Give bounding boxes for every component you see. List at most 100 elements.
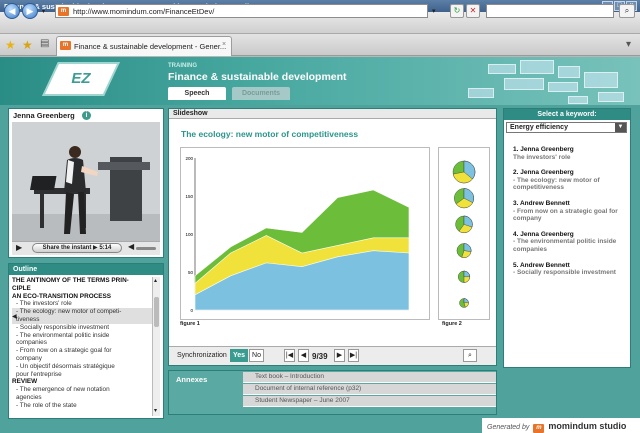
keyword-result-speaker[interactable]: 5. Andrew Bennett: [513, 262, 628, 270]
footer-brand: momindum studio: [548, 421, 627, 431]
outline-item[interactable]: companies: [12, 339, 152, 347]
y-tick-label: 200: [185, 156, 193, 161]
search-icon[interactable]: ⌕: [619, 4, 635, 18]
tab-speech[interactable]: Speech: [168, 87, 226, 100]
keyword-result-topic[interactable]: The investors' role: [513, 154, 628, 162]
tab-close-icon[interactable]: ×: [222, 41, 226, 48]
scroll-up-icon[interactable]: ▴: [154, 277, 157, 284]
keyword-select[interactable]: Energy efficiency: [506, 122, 627, 133]
video-frame: [12, 122, 160, 241]
course-title: Finance & sustainable development: [168, 71, 347, 83]
next-slide-icon[interactable]: ▶: [334, 349, 345, 362]
pie-chart: [458, 270, 471, 283]
bookmarks-icon[interactable]: ★: [22, 38, 33, 52]
scroll-down-icon[interactable]: ▾: [154, 407, 157, 414]
figure-1-label: figure 1: [180, 321, 200, 327]
keyword-result-topic[interactable]: - Socially responsible investment: [513, 269, 628, 277]
footer: Generated by m momindum studio: [482, 418, 640, 433]
url-dropdown-icon[interactable]: ▾: [432, 7, 436, 15]
search-input[interactable]: [486, 4, 614, 18]
back-button[interactable]: ◀: [4, 3, 20, 19]
pie-slice-blue: [463, 298, 469, 304]
figure-2-label: figure 2: [442, 321, 462, 327]
annex-item[interactable]: Document of internal reference (p32): [243, 384, 496, 395]
outline-item[interactable]: - The ecology: new motor of competi-: [12, 308, 152, 316]
tabs-menu-icon[interactable]: ▾: [626, 39, 631, 50]
main-tabs: Speech Documents: [168, 87, 290, 100]
area-chart: 200 150 100 50 0: [180, 147, 430, 320]
first-slide-icon[interactable]: |◀: [284, 349, 295, 362]
logo-text: EZ: [71, 70, 91, 87]
outline-item[interactable]: pour l'entreprise: [12, 371, 152, 379]
site-favicon-icon: m: [58, 7, 69, 16]
volume-slider[interactable]: [136, 247, 156, 250]
area-chart-svg: 200 150 100 50 0: [185, 156, 410, 313]
new-tab-icon[interactable]: ▤: [40, 38, 49, 49]
outline-scrollbar[interactable]: ▴ ▾: [152, 277, 160, 416]
scroll-thumb[interactable]: [154, 297, 159, 327]
sync-yes-button[interactable]: Yes: [230, 349, 248, 362]
outline-item[interactable]: agencies: [12, 394, 152, 402]
y-tick-label: 50: [188, 270, 194, 275]
course-logo: EZ: [42, 62, 120, 96]
keyword-result-speaker[interactable]: 1. Jenna Greenberg: [513, 146, 628, 154]
speaker-name: Jenna Greenberg: [13, 111, 75, 120]
play-icon[interactable]: ▶: [16, 243, 22, 252]
annex-item[interactable]: Text book – Introduction: [243, 372, 496, 383]
outline-item[interactable]: company: [12, 355, 152, 363]
bookmark-star-icon[interactable]: ★: [5, 38, 16, 52]
keyword-results: 1. Jenna Greenberg The investors' role 2. …: [513, 146, 628, 285]
slide-title: The ecology: new motor of competitivenes…: [181, 129, 359, 139]
keyword-result-speaker[interactable]: 4. Jenna Greenberg: [513, 231, 628, 239]
keyword-selected: Energy efficiency: [510, 124, 568, 131]
pie-chart: [459, 298, 469, 308]
generated-by-label: Generated by: [487, 424, 530, 431]
pie-chart: [455, 215, 473, 233]
pie-chart: [454, 188, 474, 209]
forward-button[interactable]: ▶: [22, 3, 38, 19]
momindum-logo-icon: m: [533, 424, 545, 433]
keyword-result-topic[interactable]: - The environmental politic inside compa…: [513, 238, 628, 253]
outline-item[interactable]: REVIEW: [12, 378, 152, 386]
annex-item[interactable]: Student Newspaper – June 2007: [243, 396, 496, 407]
outline-item[interactable]: - Un objectif désormais stratégique: [12, 363, 152, 371]
pie-chart: [456, 243, 472, 258]
url-field[interactable]: http://www.momindum.com/FinanceEtDev/: [55, 4, 428, 18]
history-dropdown-icon[interactable]: ▾: [42, 8, 45, 15]
outline-item[interactable]: CIPLE: [12, 285, 152, 293]
chevron-down-icon[interactable]: ▼: [615, 123, 626, 132]
keyword-result-speaker[interactable]: 3. Andrew Bennett: [513, 200, 628, 208]
volume-icon[interactable]: ◀: [128, 242, 134, 251]
tab-documents[interactable]: Documents: [232, 87, 290, 100]
sync-label: Synchronization: [177, 352, 227, 359]
keyword-title: Select a keyword:: [504, 109, 630, 120]
tab-label: Finance & sustainable development - Gene…: [74, 42, 227, 51]
share-label: Share the instant: [42, 245, 92, 251]
outline-item[interactable]: - The role of the state: [12, 402, 152, 410]
outline-item[interactable]: - The emergence of new notation: [12, 386, 152, 394]
keyword-result-speaker[interactable]: 2. Jenna Greenberg: [513, 169, 628, 177]
outline-item[interactable]: - From now on a strategic goal for: [12, 347, 152, 355]
outline-item[interactable]: tiveness: [12, 315, 152, 324]
share-instant-button[interactable]: Share the instant ▶ 5:14: [32, 243, 122, 253]
outline-item[interactable]: - The investors' role: [12, 300, 152, 308]
slideshow-header: Slideshow: [169, 109, 496, 119]
outline-item[interactable]: - Socially responsible investment: [12, 324, 152, 332]
previous-slide-icon[interactable]: ◀: [298, 349, 309, 362]
sync-no-button[interactable]: No: [249, 349, 264, 362]
outline-item[interactable]: THE ANTINOMY OF THE TERMS PRIN-: [12, 277, 152, 285]
last-slide-icon[interactable]: ▶|: [348, 349, 359, 362]
y-tick-label: 100: [185, 232, 193, 237]
video-player[interactable]: [12, 122, 160, 241]
outline-item[interactable]: - The environmental politic inside: [12, 332, 152, 340]
zoom-icon[interactable]: ⌕: [463, 349, 477, 362]
keyword-result-topic[interactable]: - From now on a strategic goal for compa…: [513, 208, 628, 223]
keyword-result-topic[interactable]: - The ecology: new motor of competitiven…: [513, 177, 628, 192]
url-text: http://www.momindum.com/FinanceEtDev/: [73, 7, 215, 16]
stop-button[interactable]: ✕: [466, 4, 480, 18]
browser-tab[interactable]: Finance & sustainable development - Gene…: [56, 36, 232, 56]
info-icon[interactable]: i: [82, 111, 91, 120]
outline-item[interactable]: AN ECO-TRANSITION PROCESS: [12, 293, 152, 301]
tab-favicon-icon: m: [60, 41, 71, 50]
reload-button[interactable]: ↻: [450, 4, 464, 18]
